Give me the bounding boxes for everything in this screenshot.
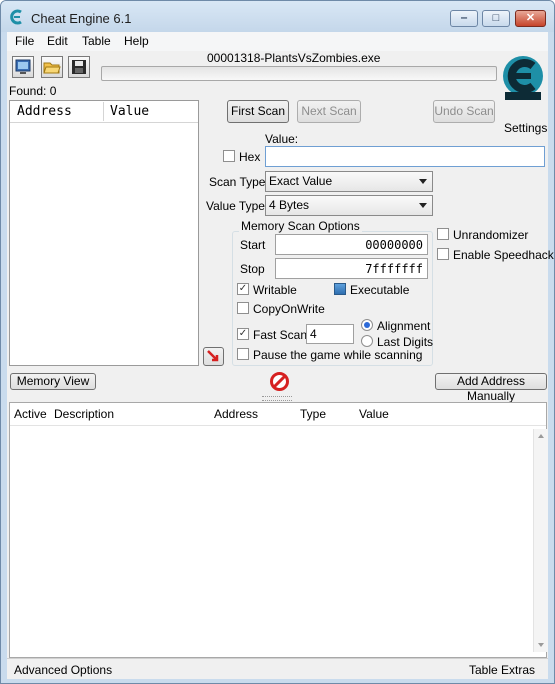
- red-arrow-icon: [207, 350, 219, 362]
- executable-checkbox[interactable]: [334, 283, 346, 295]
- minimize-icon: ‒: [460, 12, 468, 24]
- memory-view-button[interactable]: Memory View: [10, 373, 96, 390]
- scroll-up-icon[interactable]: [534, 429, 548, 443]
- scan-progress-bar: [101, 66, 497, 81]
- floppy-save-icon: [72, 60, 86, 74]
- monitor-process-icon: [15, 59, 31, 74]
- stop-icon[interactable]: [269, 371, 290, 392]
- fast-scan-label: Fast Scan: [253, 328, 308, 342]
- maximize-button[interactable]: □: [482, 10, 510, 27]
- close-icon: ✕: [525, 12, 536, 24]
- select-process-button[interactable]: [12, 56, 34, 78]
- pause-game-label: Pause the game while scanning: [253, 348, 423, 362]
- unrandomizer-label: Unrandomizer: [453, 228, 529, 242]
- status-bar: Advanced Options Table Extras: [7, 658, 548, 679]
- menu-table[interactable]: Table: [82, 34, 111, 48]
- column-address[interactable]: Address: [17, 104, 72, 119]
- fast-scan-input[interactable]: 4: [306, 324, 354, 344]
- column-address[interactable]: Address: [214, 407, 258, 421]
- column-active[interactable]: Active: [14, 407, 47, 421]
- column-divider: [103, 102, 104, 121]
- start-address-input[interactable]: 00000000: [275, 234, 428, 255]
- executable-label: Executable: [350, 283, 410, 297]
- fast-scan-checkbox[interactable]: ✓: [237, 328, 249, 340]
- alignment-radio[interactable]: [361, 319, 373, 331]
- copy-on-write-label: CopyOnWrite: [253, 302, 325, 316]
- copy-on-write-checkbox[interactable]: [237, 302, 249, 314]
- save-file-button[interactable]: [68, 56, 90, 78]
- menu-help[interactable]: Help: [124, 34, 149, 48]
- found-address-list[interactable]: Address Value: [9, 100, 199, 366]
- open-file-button[interactable]: [41, 56, 63, 78]
- cheat-engine-app-icon: [10, 9, 22, 25]
- cheat-engine-logo-icon[interactable]: [499, 54, 547, 102]
- first-scan-button[interactable]: First Scan: [227, 100, 289, 123]
- found-count: Found: 0: [9, 84, 57, 98]
- chevron-down-icon: [419, 179, 427, 184]
- title-bar[interactable]: Cheat Engine 6.1 ‒ □ ✕: [1, 1, 554, 32]
- hex-label: Hex: [239, 150, 261, 164]
- add-address-manually-button[interactable]: Add Address Manually: [435, 373, 547, 403]
- column-description[interactable]: Description: [54, 407, 114, 421]
- value-type-select[interactable]: 4 Bytes: [265, 195, 433, 216]
- process-name: 00001318-PlantsVsZombies.exe: [207, 51, 381, 65]
- value-label: Value:: [265, 132, 299, 146]
- splitter-handle[interactable]: [262, 396, 292, 401]
- scan-type-label: Scan Type: [209, 175, 266, 189]
- unrandomizer-checkbox[interactable]: [437, 228, 449, 240]
- column-type[interactable]: Type: [300, 407, 326, 421]
- menu-file[interactable]: File: [15, 34, 34, 48]
- window-title: Cheat Engine 6.1: [31, 11, 132, 26]
- menu-edit[interactable]: Edit: [47, 34, 68, 48]
- writable-checkbox[interactable]: ✓: [237, 283, 249, 295]
- writable-label: Writable: [253, 283, 297, 297]
- scan-type-select[interactable]: Exact Value: [265, 171, 433, 192]
- memory-scan-options-title: Memory Scan Options: [239, 219, 362, 233]
- next-scan-button[interactable]: Next Scan: [297, 100, 361, 123]
- settings-label[interactable]: Settings: [504, 121, 547, 135]
- hex-checkbox[interactable]: [223, 150, 235, 162]
- pause-game-checkbox[interactable]: [237, 348, 249, 360]
- speedhack-checkbox[interactable]: [437, 248, 449, 260]
- start-label: Start: [240, 238, 266, 252]
- menu-bar: File Edit Table Help: [7, 32, 548, 51]
- scroll-down-icon[interactable]: [534, 638, 548, 652]
- scan-type-value: Exact Value: [269, 174, 333, 188]
- cheat-table-header: Active Description Address Type Value: [10, 403, 546, 426]
- client-area: File Edit Table Help 00001318-PlantsVsZo…: [7, 32, 554, 679]
- close-button[interactable]: ✕: [515, 10, 546, 27]
- table-scrollbar[interactable]: [533, 429, 548, 652]
- folder-open-icon: [43, 62, 61, 74]
- column-value[interactable]: Value: [110, 104, 149, 119]
- add-to-list-arrow-button[interactable]: [203, 347, 224, 366]
- stop-address-input[interactable]: 7fffffff: [275, 258, 428, 279]
- undo-scan-button[interactable]: Undo Scan: [433, 100, 495, 123]
- scan-value-input[interactable]: [265, 146, 545, 167]
- chevron-down-icon: [419, 203, 427, 208]
- last-digits-label: Last Digits: [377, 335, 434, 349]
- advanced-options-label[interactable]: Advanced Options: [14, 663, 112, 677]
- alignment-label: Alignment: [377, 319, 431, 333]
- column-value[interactable]: Value: [359, 407, 389, 421]
- main-window: Cheat Engine 6.1 ‒ □ ✕ File Edit Table H…: [0, 0, 555, 684]
- cheat-table[interactable]: Active Description Address Type Value: [9, 402, 548, 658]
- stop-label: Stop: [240, 262, 265, 276]
- value-type-value: 4 Bytes: [269, 198, 310, 212]
- value-type-label: Value Type: [206, 199, 265, 213]
- last-digits-radio[interactable]: [361, 335, 373, 347]
- minimize-button[interactable]: ‒: [450, 10, 478, 27]
- maximize-icon: □: [492, 12, 500, 24]
- address-list-header: Address Value: [10, 101, 198, 123]
- speedhack-label: Enable Speedhack: [453, 248, 554, 262]
- table-extras-label[interactable]: Table Extras: [469, 663, 535, 677]
